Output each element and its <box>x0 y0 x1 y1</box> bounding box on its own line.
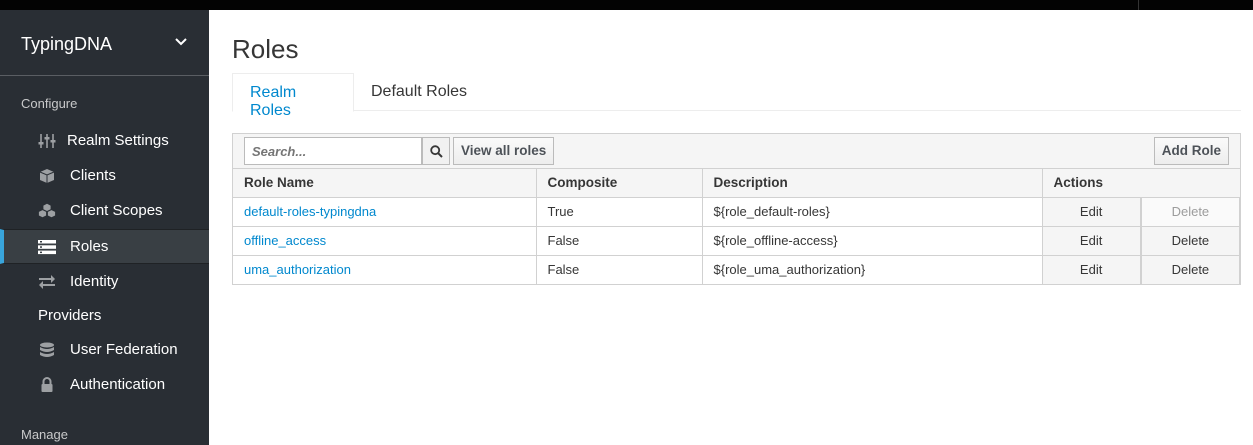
column-header-description[interactable]: Description <box>702 169 1043 198</box>
lock-icon <box>41 377 53 392</box>
description-value: ${role_offline-access} <box>702 226 1043 256</box>
delete-button-disabled: Delete <box>1141 197 1239 226</box>
sidebar-item-label: User Federation <box>70 341 178 358</box>
role-name-link[interactable]: uma_authorization <box>233 255 537 284</box>
delete-button[interactable]: Delete <box>1141 226 1239 255</box>
sidebar-item-authentication[interactable]: Authentication <box>0 368 209 403</box>
top-navbar <box>0 0 1253 10</box>
chevron-down-icon <box>175 38 187 46</box>
navbar-divider <box>1138 0 1139 10</box>
edit-button[interactable]: Edit <box>1042 226 1142 255</box>
tab-default-roles[interactable]: Default Roles <box>354 73 484 111</box>
delete-button[interactable]: Delete <box>1141 255 1239 284</box>
sidebar-item-identity-providers[interactable]: Identity <box>0 265 209 300</box>
add-role-button[interactable]: Add Role <box>1153 137 1229 165</box>
cube-icon <box>39 169 55 183</box>
cubes-icon <box>38 203 56 218</box>
realm-name: TypingDNA <box>21 34 113 54</box>
database-icon <box>40 342 54 357</box>
section-manage: Manage <box>21 427 68 442</box>
actions-cell: Edit Delete <box>1042 197 1240 227</box>
table-toolbar: View all roles Add Role <box>233 134 1240 169</box>
table-row: offline_access False ${role_offline-acce… <box>233 226 1240 256</box>
section-configure: Configure <box>21 96 78 111</box>
sliders-icon <box>38 134 56 148</box>
main-content: Roles Realm Roles Default Roles View all… <box>209 10 1253 445</box>
column-header-role-name[interactable]: Role Name <box>233 169 537 198</box>
actions-cell: Edit Delete <box>1042 226 1240 256</box>
sidebar-item-clients[interactable]: Clients <box>0 159 209 194</box>
edit-button[interactable]: Edit <box>1042 255 1142 284</box>
sidebar-item-roles[interactable]: Roles <box>0 229 209 264</box>
column-header-actions: Actions <box>1042 169 1240 198</box>
composite-value: False <box>536 255 703 284</box>
composite-value: False <box>536 226 703 256</box>
table-header-row: Role Name Composite Description Actions <box>233 169 1240 198</box>
sidebar-item-client-scopes[interactable]: Client Scopes <box>0 194 209 229</box>
sidebar-item-label: Roles <box>70 238 109 255</box>
sidebar-item-user-federation[interactable]: User Federation <box>0 333 209 368</box>
table-row: uma_authorization False ${role_uma_autho… <box>233 255 1240 284</box>
role-name-link[interactable]: default-roles-typingdna <box>233 197 537 227</box>
sidebar-item-label: Client Scopes <box>70 202 163 219</box>
sidebar-item-label: Clients <box>70 167 116 184</box>
sidebar-item-realm-settings[interactable]: Realm Settings <box>0 124 209 159</box>
description-value: ${role_uma_authorization} <box>702 255 1043 284</box>
roles-table: Role Name Composite Description Actions … <box>233 169 1240 284</box>
roles-table-container: View all roles Add Role Role Name Compos… <box>232 133 1241 285</box>
sidebar-item-label: Authentication <box>70 376 166 393</box>
view-all-roles-button[interactable]: View all roles <box>453 137 555 165</box>
tab-realm-roles[interactable]: Realm Roles <box>232 73 354 119</box>
search-button[interactable] <box>422 137 450 165</box>
search-input[interactable] <box>244 137 422 165</box>
role-name-link[interactable]: offline_access <box>233 226 537 256</box>
sidebar-item-label-continued[interactable]: Providers <box>38 307 101 324</box>
composite-value: True <box>536 197 703 227</box>
column-header-composite[interactable]: Composite <box>536 169 703 198</box>
search-icon <box>430 145 443 158</box>
edit-button[interactable]: Edit <box>1042 197 1142 226</box>
sidebar: TypingDNA Configure Realm Settings Clien… <box>0 10 209 445</box>
table-row: default-roles-typingdna True ${role_defa… <box>233 197 1240 227</box>
page-title: Roles <box>232 34 299 64</box>
tab-bar: Realm Roles Default Roles <box>232 73 1241 119</box>
exchange-icon <box>39 275 55 289</box>
list-icon <box>38 240 56 255</box>
realm-selector[interactable]: TypingDNA <box>0 10 209 76</box>
sidebar-item-label: Identity <box>70 273 119 290</box>
description-value: ${role_default-roles} <box>702 197 1043 227</box>
sidebar-item-label: Realm Settings <box>67 132 169 149</box>
actions-cell: Edit Delete <box>1042 255 1240 284</box>
